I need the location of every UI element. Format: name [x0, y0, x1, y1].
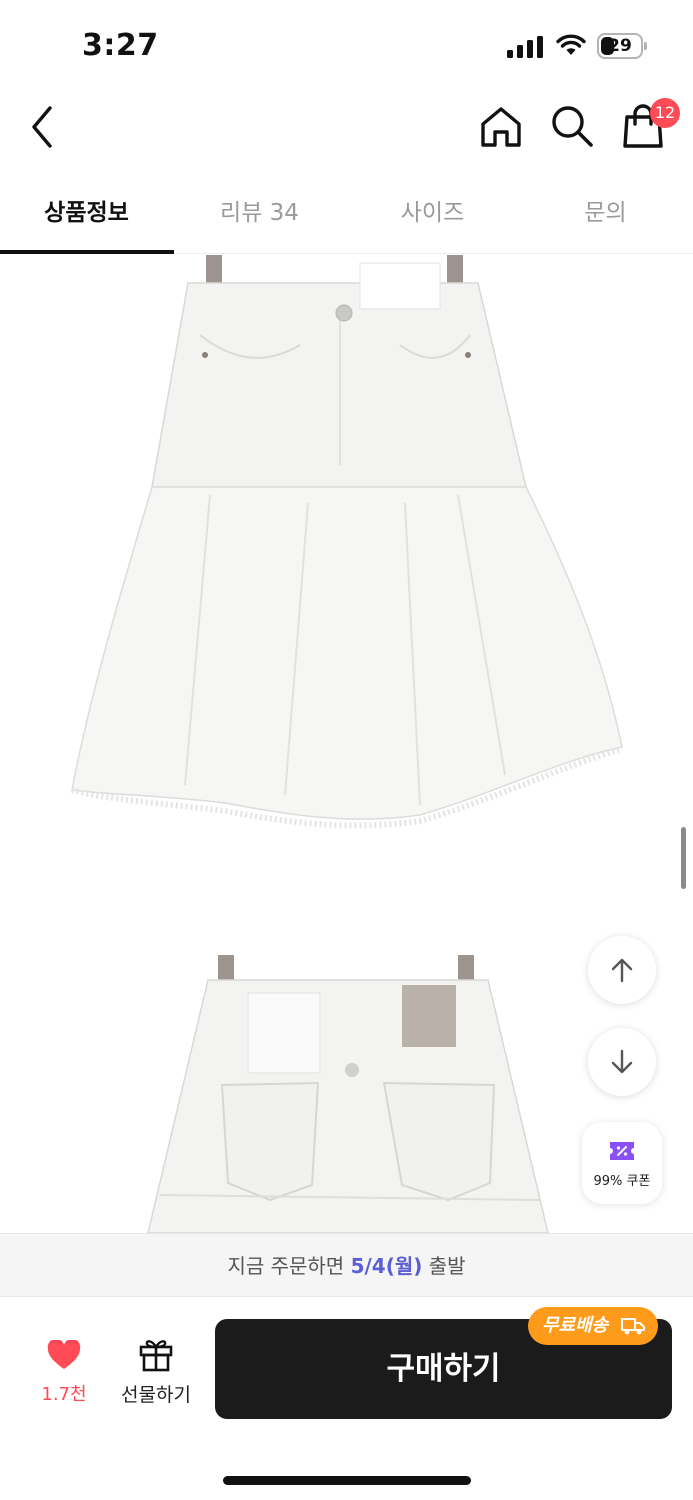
free-shipping-label: 무료배송: [542, 1315, 609, 1336]
skirt-back-image: [147, 955, 549, 1233]
free-shipping-badge: 무료배송: [528, 1307, 658, 1345]
product-tabs: 상품정보 리뷰 34 사이즈 문의: [0, 182, 693, 254]
delivery-notice: 지금 주문하면 5/4(월) 출발: [0, 1233, 693, 1297]
purchase-bar: 지금 주문하면 5/4(월) 출발 1.7천 선물하기 구매하기 무료배송: [0, 1233, 693, 1500]
scrollbar[interactable]: [681, 827, 686, 889]
coupon-button[interactable]: 99% 쿠폰: [582, 1122, 662, 1204]
coupon-label: 99% 쿠폰: [593, 1174, 651, 1189]
signal-icon: [507, 36, 543, 58]
home-icon[interactable]: [478, 104, 524, 150]
tab-size[interactable]: 사이즈: [346, 182, 519, 254]
back-icon[interactable]: [26, 104, 58, 150]
tab-inquiry[interactable]: 문의: [519, 182, 692, 254]
truck-icon: [621, 1318, 645, 1335]
active-tab-indicator: [0, 250, 174, 254]
top-navigation: [0, 92, 693, 164]
gift-label: 선물하기: [121, 1384, 191, 1406]
home-indicator: [223, 1476, 471, 1485]
coupon-icon: [610, 1142, 634, 1160]
battery-level: 29: [608, 36, 632, 56]
scroll-down-button[interactable]: [588, 1028, 656, 1096]
delivery-date: 5/4(월): [350, 1254, 423, 1278]
delivery-suffix: 출발: [428, 1254, 466, 1278]
like-count: 1.7천: [41, 1384, 87, 1405]
wifi-icon: [556, 34, 586, 55]
battery-icon: 29: [597, 33, 647, 59]
skirt-front-image: [71, 255, 623, 829]
arrow-up-icon: [611, 958, 633, 983]
tab-reviews[interactable]: 리뷰 34: [173, 182, 346, 254]
status-time: 3:27: [82, 28, 159, 63]
arrow-down-icon: [611, 1049, 633, 1074]
status-bar: 3:27 29: [0, 0, 693, 92]
cart-count-badge: 12: [650, 98, 680, 128]
tab-product-info[interactable]: 상품정보: [0, 182, 173, 254]
product-detail-content: [0, 255, 693, 1233]
search-icon[interactable]: [550, 104, 594, 148]
gift-icon: [139, 1340, 173, 1372]
heart-icon: [47, 1340, 81, 1369]
scroll-up-button[interactable]: [588, 936, 656, 1004]
delivery-prefix: 지금 주문하면: [227, 1254, 345, 1278]
like-button[interactable]: 1.7천: [28, 1340, 100, 1410]
gift-button[interactable]: 선물하기: [112, 1336, 200, 1410]
